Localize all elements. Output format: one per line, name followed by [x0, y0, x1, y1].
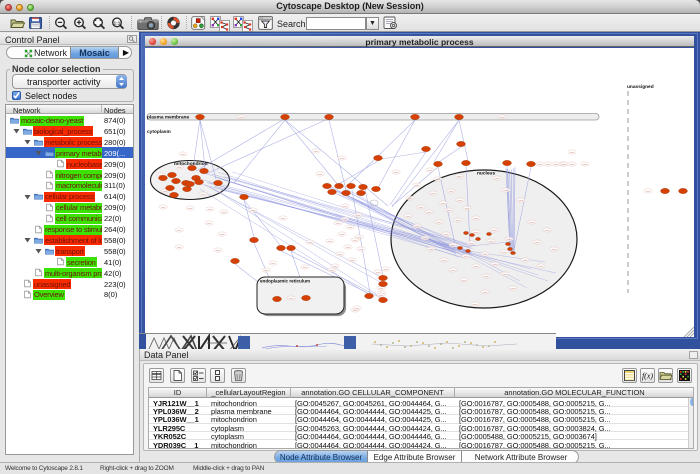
svg-text:f(x): f(x) — [642, 372, 653, 381]
svg-text:plasma membrane: plasma membrane — [147, 115, 189, 121]
svg-text:nucleus: nucleus — [477, 171, 495, 177]
svg-text:cytoplasm: cytoplasm — [147, 129, 171, 135]
svg-text:1:1: 1:1 — [114, 20, 121, 25]
svg-text:unassigned: unassigned — [627, 84, 654, 90]
svg-text:endoplasmic reticulum: endoplasmic reticulum — [260, 279, 310, 284]
